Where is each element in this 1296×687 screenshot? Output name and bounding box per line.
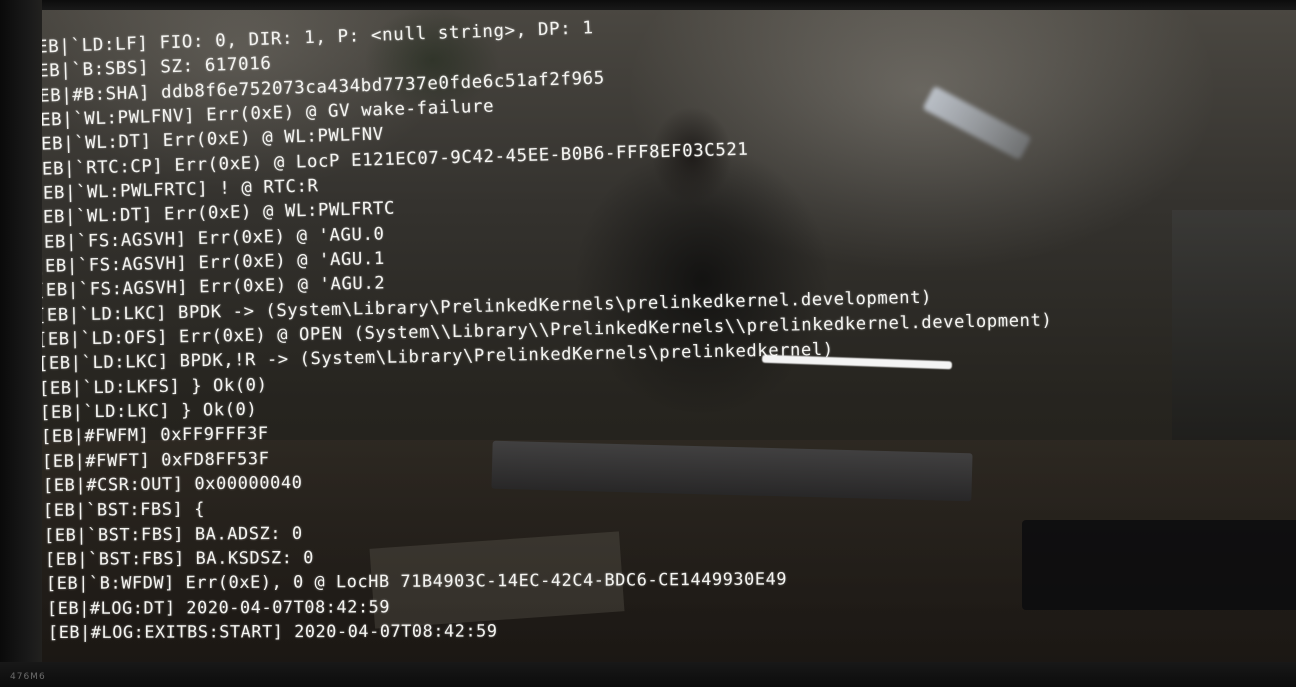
log-line: [EB|`BST:FBS] { xyxy=(43,498,206,521)
log-line: [EB|`FS:AGSVH] Err(0xE) @ 'AGU.2 xyxy=(42,273,386,302)
log-line: [EB|`BST:FBS] BA.KSDSZ: 0 xyxy=(45,547,315,569)
log-line: [EB|#LOG:EXITBS:START] 2020-04-07T08:42:… xyxy=(47,620,498,642)
log-line: [EB|`BST:FBS] BA.ADSZ: 0 xyxy=(44,522,304,545)
log-line: [EB|`WL:PWLFRTC] ! @ RTC:R xyxy=(42,176,319,204)
log-line: [EB|#LOG:DT] 2020-04-07T08:42:59 xyxy=(47,596,391,618)
monitor-bezel-bottom xyxy=(0,662,1296,687)
log-line: [EB|#CSR:OUT] 0x00000040 xyxy=(42,473,303,496)
log-line: [EB|`B:WFDW] Err(0xE), 0 @ LocHB 71B4903… xyxy=(46,568,788,594)
monitor-screen: [EB|`LD:LF] FIO: 0, DIR: 1, P: <null str… xyxy=(42,10,1296,662)
monitor-model-mark: 476M6 xyxy=(10,672,46,682)
log-line: [EB|#FWFT] 0xFD8FF53F xyxy=(42,448,270,472)
log-line: [EB|`LD:LKC] } Ok(0) xyxy=(42,399,258,423)
boot-log-console: [EB|`LD:LF] FIO: 0, DIR: 1, P: <null str… xyxy=(42,10,1296,662)
log-line: [EB|`FS:AGSVH] Err(0xE) @ 'AGU.0 xyxy=(42,224,386,253)
log-line: [EB|#FWFM] 0xFF9FFF3F xyxy=(42,424,269,448)
photo-of-monitor: [EB|`LD:LF] FIO: 0, DIR: 1, P: <null str… xyxy=(0,0,1296,687)
log-line: [EB|`LD:LF] FIO: 0, DIR: 1, P: <null str… xyxy=(42,18,594,58)
log-line: [EB|`WL:DT] Err(0xE) @ WL:PWLFRTC xyxy=(42,198,396,229)
monitor-bezel-left xyxy=(0,0,42,687)
log-line: [EB|`LD:LKFS] } Ok(0) xyxy=(42,374,268,399)
log-line: [EB|`B:SBS] SZ: 617016 xyxy=(42,54,272,83)
monitor-bezel-top xyxy=(0,0,1296,10)
log-line: [EB|`FS:AGSVH] Err(0xE) @ 'AGU.1 xyxy=(42,248,386,277)
